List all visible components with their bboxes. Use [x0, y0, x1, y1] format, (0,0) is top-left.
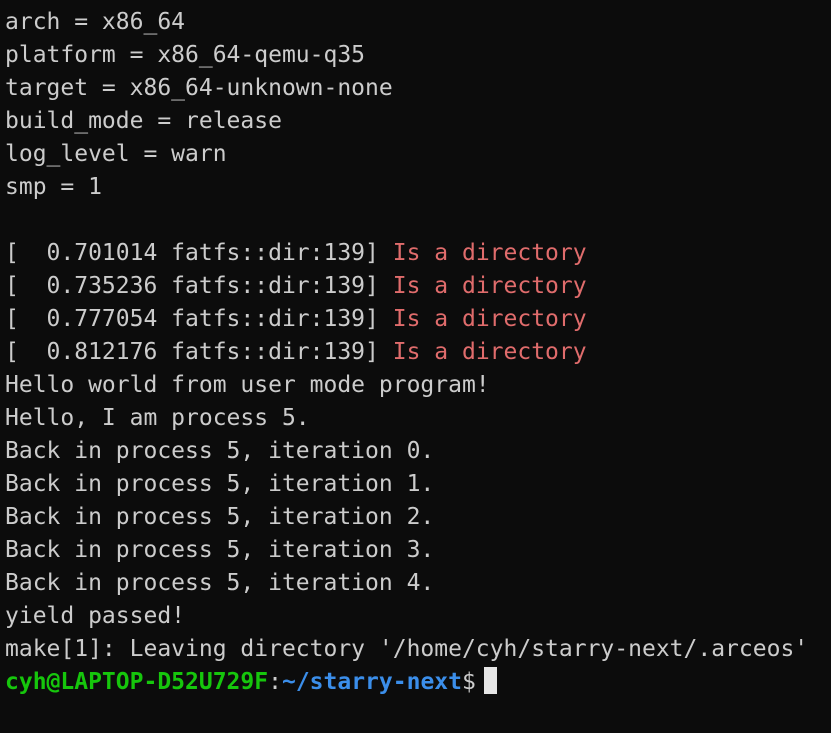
- output-line: make[1]: Leaving directory '/home/cyh/st…: [5, 636, 809, 662]
- log-error-message: Is a directory: [392, 273, 587, 299]
- shell-prompt[interactable]: cyh@LAPTOP-D52U729F:~/starry-next$: [5, 666, 831, 699]
- output-line: Back in process 5, iteration 3.: [5, 537, 435, 563]
- text-cursor[interactable]: [483, 667, 497, 694]
- config-line: target = x86_64-unknown-none: [5, 75, 393, 101]
- config-line: smp = 1: [5, 174, 102, 200]
- output-line: Hello world from user mode program!: [5, 372, 490, 398]
- config-line: build_mode = release: [5, 108, 282, 134]
- output-line: Hello, I am process 5.: [5, 405, 310, 431]
- log-line: [ 0.812176 fatfs::dir:139] Is a director…: [5, 336, 831, 369]
- output-line: Back in process 5, iteration 1.: [5, 471, 435, 497]
- prompt-path: ~/starry-next: [281, 669, 462, 695]
- log-prefix: [ 0.812176 fatfs::dir:139]: [5, 339, 393, 365]
- config-line: log_level = warn: [5, 141, 227, 167]
- output-line: yield passed!: [5, 603, 186, 629]
- output-line: Back in process 5, iteration 0.: [5, 438, 435, 464]
- log-error-message: Is a directory: [392, 339, 587, 365]
- config-line: arch = x86_64: [5, 9, 186, 35]
- terminal-window[interactable]: arch = x86_64 platform = x86_64-qemu-q35…: [0, 0, 831, 733]
- log-error-message: Is a directory: [392, 306, 587, 332]
- log-error-message: Is a directory: [392, 240, 587, 266]
- output-line: Back in process 5, iteration 2.: [5, 504, 435, 530]
- prompt-user-host: cyh@LAPTOP-D52U729F: [5, 669, 269, 695]
- log-prefix: [ 0.777054 fatfs::dir:139]: [5, 306, 393, 332]
- prompt-symbol: $: [461, 669, 476, 695]
- log-prefix: [ 0.735236 fatfs::dir:139]: [5, 273, 393, 299]
- output-line: Back in process 5, iteration 4.: [5, 570, 435, 596]
- prompt-separator: :: [268, 669, 282, 695]
- log-line: [ 0.701014 fatfs::dir:139] Is a director…: [5, 237, 831, 270]
- log-line: [ 0.735236 fatfs::dir:139] Is a director…: [5, 270, 831, 303]
- log-line: [ 0.777054 fatfs::dir:139] Is a director…: [5, 303, 831, 336]
- config-line: platform = x86_64-qemu-q35: [5, 42, 366, 68]
- log-prefix: [ 0.701014 fatfs::dir:139]: [5, 240, 393, 266]
